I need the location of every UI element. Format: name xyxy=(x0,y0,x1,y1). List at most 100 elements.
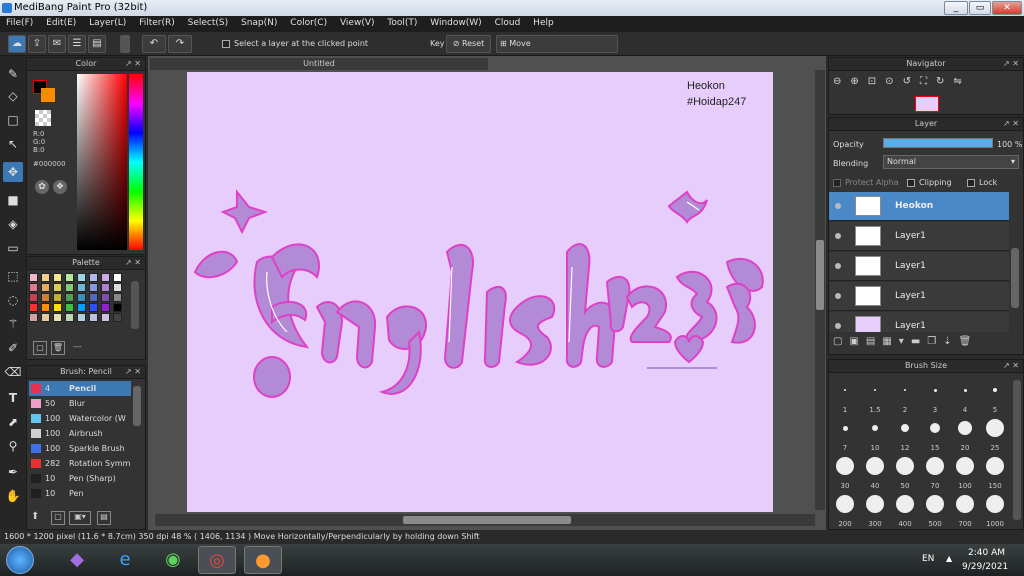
clipping-checkbox[interactable] xyxy=(907,178,915,187)
palette-swatch[interactable] xyxy=(101,303,110,312)
lock-option[interactable]: Lock xyxy=(967,178,997,187)
hue-slider[interactable] xyxy=(129,74,143,250)
undo-icon[interactable]: ↶ xyxy=(142,35,166,53)
brush-item[interactable]: 10 Pen (Sharp) xyxy=(29,471,131,486)
menu-select[interactable]: Select(S) xyxy=(182,16,233,28)
rotate-left-icon[interactable]: ↺ xyxy=(903,76,920,87)
palette-swatch[interactable] xyxy=(89,293,98,302)
eye-icon[interactable] xyxy=(835,323,841,329)
palette-swatch[interactable] xyxy=(89,273,98,282)
layer-row[interactable]: Layer1 xyxy=(829,282,1009,311)
opacity-slider[interactable] xyxy=(883,138,993,148)
hand-tool-icon[interactable]: ✋ xyxy=(3,486,23,506)
palette-swatch[interactable] xyxy=(53,303,62,312)
palette-swatch[interactable] xyxy=(77,293,86,302)
brush-size-option[interactable]: 150 xyxy=(981,454,1009,490)
brush-menu-icon[interactable]: ▣▾ xyxy=(69,511,91,525)
palette-swatch[interactable] xyxy=(29,303,38,312)
palette-swatch[interactable] xyxy=(41,273,50,282)
palette-swatch[interactable] xyxy=(29,273,38,282)
color-set-icon[interactable]: ❖ xyxy=(53,180,67,194)
eraser-tool-icon[interactable]: ◇ xyxy=(3,86,23,106)
horizontal-scrollbar[interactable] xyxy=(155,514,815,526)
menu-edit[interactable]: Edit(E) xyxy=(40,16,80,28)
protect-alpha-checkbox[interactable] xyxy=(833,178,841,187)
menu-window[interactable]: Window(W) xyxy=(424,16,485,28)
gradient-tool-icon[interactable]: ▭ xyxy=(3,238,23,258)
close-button[interactable]: ✕ xyxy=(992,1,1022,15)
panel-icons[interactable]: ↗ ✕ xyxy=(1003,58,1019,70)
palette-swatch[interactable] xyxy=(53,273,62,282)
brush-item[interactable]: 50 Blur xyxy=(29,396,131,411)
flip-icon[interactable]: ⇋ xyxy=(953,76,970,87)
eye-icon[interactable] xyxy=(835,293,841,299)
palette-swatch[interactable] xyxy=(65,303,74,312)
palette-swatch[interactable] xyxy=(101,293,110,302)
brush-size-option[interactable]: 1 xyxy=(831,378,859,414)
maximize-button[interactable]: ▭ xyxy=(969,1,991,15)
brush-size-option[interactable]: 3 xyxy=(921,378,949,414)
cloud-icon[interactable]: ☁ xyxy=(8,35,26,53)
brush-size-option[interactable]: 12 xyxy=(891,416,919,452)
brush-item[interactable]: 10 Pen xyxy=(29,486,131,501)
brush-item[interactable]: 100 Sparkle Brush xyxy=(29,441,131,456)
menu-view[interactable]: View(V) xyxy=(334,16,379,28)
lasso-tool-icon[interactable]: ◌ xyxy=(3,290,23,310)
folder-icon[interactable]: ▬ xyxy=(911,336,927,347)
fit-icon[interactable]: ⊡ xyxy=(868,76,885,87)
menu-cloud[interactable]: Cloud xyxy=(489,16,525,28)
move-tool-icon[interactable]: ✥ xyxy=(3,162,23,182)
palette-swatch[interactable] xyxy=(113,303,122,312)
menu-layer[interactable]: Layer(L) xyxy=(83,16,130,28)
brush-size-option[interactable]: 7 xyxy=(831,416,859,452)
clipping-option[interactable]: Clipping xyxy=(907,178,952,187)
brush-size-option[interactable]: 15 xyxy=(921,416,949,452)
brush-size-option[interactable]: 4 xyxy=(951,378,979,414)
palette-swatch[interactable] xyxy=(41,293,50,302)
new-layer-icon[interactable]: ▢ xyxy=(833,336,849,347)
reset-button[interactable]: ⊘ Reset xyxy=(446,35,491,53)
eye-icon[interactable] xyxy=(835,263,841,269)
rotate-right-icon[interactable]: ↻ xyxy=(936,76,953,87)
operation-tool-icon[interactable]: ⬈ xyxy=(3,412,23,432)
text-tool-icon[interactable]: T xyxy=(3,388,23,408)
palette-swatch[interactable] xyxy=(101,283,110,292)
panel-icons[interactable]: ↗ ✕ xyxy=(1003,360,1019,372)
saturation-value-picker[interactable] xyxy=(77,74,127,250)
brush-size-option[interactable]: 200 xyxy=(831,492,859,528)
blending-select[interactable]: Normal ▾ xyxy=(883,155,1019,169)
palette-swatch[interactable] xyxy=(29,313,38,322)
brush-size-option[interactable]: 70 xyxy=(921,454,949,490)
layer-row[interactable]: Layer1 xyxy=(829,252,1009,281)
fullscreen-icon[interactable]: ⛶ xyxy=(920,76,936,87)
panel-icons[interactable]: ↗ ✕ xyxy=(125,257,141,269)
palette-swatch[interactable] xyxy=(29,293,38,302)
horizontal-scroll-thumb[interactable] xyxy=(403,516,571,524)
share-icon[interactable]: ⇪ xyxy=(28,35,46,53)
eyedropper-icon[interactable]: ⚲ xyxy=(3,436,23,456)
dot-tool-icon[interactable]: □ xyxy=(3,110,23,130)
palette-swatch[interactable] xyxy=(65,273,74,282)
brush-size-option[interactable]: 2 xyxy=(891,378,919,414)
eye-icon[interactable] xyxy=(835,203,841,209)
palette-swatch[interactable] xyxy=(77,283,86,292)
menu-snap[interactable]: Snap(N) xyxy=(235,16,281,28)
select-layer-checkbox[interactable] xyxy=(222,39,230,48)
brush-size-option[interactable]: 1000 xyxy=(981,492,1009,528)
brush-size-scrollbar[interactable] xyxy=(1013,380,1021,520)
palette-swatch[interactable] xyxy=(41,303,50,312)
canvas-paper[interactable]: Heokon #Hoidap247 xyxy=(187,72,773,512)
menu-color[interactable]: Color(C) xyxy=(284,16,331,28)
palette-swatch[interactable] xyxy=(89,313,98,322)
add-brush-icon[interactable]: ⬆ xyxy=(31,511,47,525)
palette-swatch[interactable] xyxy=(77,303,86,312)
bucket-tool-icon[interactable]: ◈ xyxy=(3,214,23,234)
menu-help[interactable]: Help xyxy=(527,16,558,28)
zoom-reset-icon[interactable]: ⊙ xyxy=(885,76,902,87)
brush-size-option[interactable]: 100 xyxy=(951,454,979,490)
brush-size-option[interactable]: 300 xyxy=(861,492,889,528)
new-1bit-layer-icon[interactable]: ▤ xyxy=(866,336,882,347)
brush-item[interactable]: 4Pencil✻ xyxy=(29,381,131,396)
vertical-scrollbar[interactable] xyxy=(815,70,825,510)
panel-icons[interactable]: ↗ ✕ xyxy=(1003,118,1019,130)
